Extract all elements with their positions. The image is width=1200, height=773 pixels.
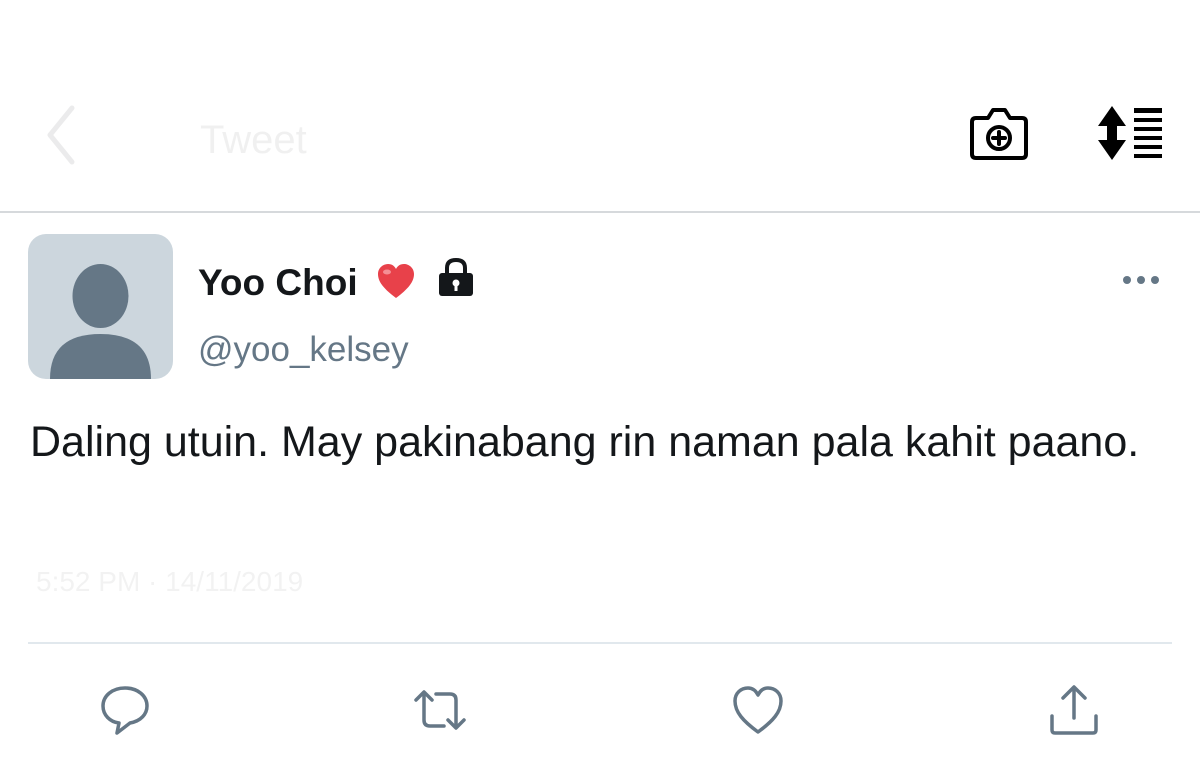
sort-list-icon[interactable] xyxy=(1096,104,1166,162)
share-icon[interactable] xyxy=(1046,682,1102,738)
author-display-name[interactable]: Yoo Choi xyxy=(198,262,358,304)
lock-icon xyxy=(439,257,473,296)
avatar[interactable] xyxy=(28,234,173,379)
actions-divider xyxy=(28,642,1172,644)
tweet-timestamp: 5:52 PM · 14/11/2019 xyxy=(36,566,304,597)
retweet-icon[interactable] xyxy=(412,682,468,738)
page-title: Tweet xyxy=(200,118,307,162)
more-options-icon[interactable] xyxy=(1120,270,1162,290)
heart-emoji xyxy=(378,264,414,298)
like-icon[interactable] xyxy=(730,682,786,738)
reply-icon[interactable] xyxy=(97,682,153,738)
chevron-left-icon[interactable] xyxy=(40,100,80,170)
camera-plus-icon[interactable] xyxy=(968,104,1030,162)
header-divider xyxy=(0,211,1200,213)
author-handle[interactable]: @yoo_kelsey xyxy=(198,330,409,370)
tweet-text: Daling utuin. May pakinabang rin naman p… xyxy=(30,418,1140,466)
